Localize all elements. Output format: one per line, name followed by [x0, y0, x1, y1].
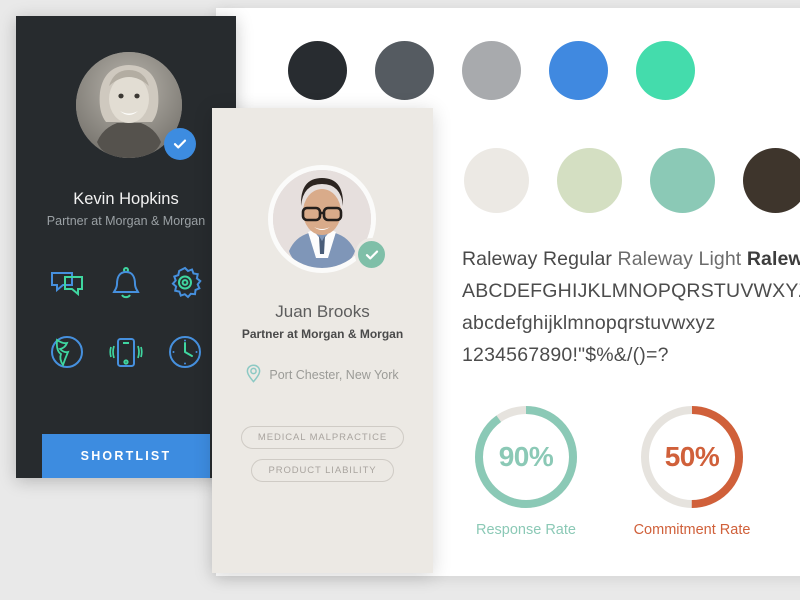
profile-card-cream: Juan Brooks Partner at Morgan & Morgan P…	[212, 108, 433, 573]
secondary-color-palette	[464, 148, 800, 213]
ring-value-response: 90%	[498, 441, 554, 472]
avatar-wrapper-cream	[268, 165, 388, 273]
avatar-wrapper-dark	[76, 52, 196, 160]
specimen-numerals: 1234567890!"$%&/()=?	[462, 344, 669, 366]
profile-role: Partner at Morgan & Morgan	[46, 214, 206, 228]
ring-value-commitment: 50%	[664, 441, 720, 472]
color-swatch-blue[interactable]	[549, 41, 608, 100]
color-swatch-slate[interactable]	[375, 41, 434, 100]
color-swatch-espresso[interactable]	[743, 148, 800, 213]
color-swatch-silver[interactable]	[462, 41, 521, 100]
ring-graphic-response: 90%	[472, 403, 580, 511]
shortlist-button-dark[interactable]: SHORTLIST	[42, 434, 210, 478]
ring-response-rate: 90% Response Rate	[462, 403, 590, 538]
specimen-uppercase: ABCDEFGHIJKLMNOPQRSTUVWXYZ	[462, 280, 800, 302]
profile-location: Port Chester, New York	[212, 364, 433, 386]
performance-rings: 90% Response Rate 50% Commitment Rate 25…	[462, 403, 800, 538]
practice-area-tags: MEDICAL MALPRACTICE PRODUCT LIABILITY	[212, 426, 433, 492]
typography-specimen: Raleway Regular Raleway Light Raleway B …	[462, 248, 800, 367]
globe-icon[interactable]	[47, 332, 87, 372]
specimen-lowercase: abcdefghijklmnopqrstuvwxyz	[462, 312, 716, 334]
ring-label-response: Response Rate	[476, 522, 576, 538]
clock-icon[interactable]	[165, 332, 205, 372]
verified-check-badge	[355, 238, 388, 271]
tag-product-liability[interactable]: PRODUCT LIABILITY	[251, 459, 394, 482]
color-swatch-pale-green[interactable]	[557, 148, 622, 213]
profile-card-dark: Kevin Hopkins Partner at Morgan & Morgan	[16, 16, 236, 478]
ring-referrals: 25% Referrals	[794, 403, 800, 538]
ring-label-commitment: Commitment Rate	[633, 522, 751, 538]
typeface-weights-line: Raleway Regular Raleway Light Raleway B	[462, 248, 800, 271]
check-icon	[173, 139, 187, 149]
verified-check-badge	[164, 128, 196, 160]
color-swatch-teal[interactable]	[650, 148, 715, 213]
profile-location-text: Port Chester, New York	[269, 368, 399, 382]
typeface-light-label: Raleway Light	[617, 248, 747, 270]
profile-name: Juan Brooks	[275, 302, 370, 321]
chat-icon[interactable]	[47, 264, 87, 304]
profile-name: Kevin Hopkins	[73, 190, 179, 208]
typeface-bold-label: Raleway B	[746, 248, 800, 270]
profile-role: Partner at Morgan & Morgan	[241, 327, 404, 341]
ring-commitment-rate: 50% Commitment Rate	[628, 403, 756, 538]
action-icon-grid	[38, 264, 214, 372]
gear-icon[interactable]	[165, 264, 205, 304]
color-swatch-mint[interactable]	[636, 41, 695, 100]
typeface-regular-label: Raleway Regular	[462, 248, 618, 270]
color-swatch-charcoal[interactable]	[288, 41, 347, 100]
mobile-icon[interactable]	[106, 332, 146, 372]
ring-graphic-commitment: 50%	[638, 403, 746, 511]
ring-label-referrals: Referrals	[794, 522, 800, 538]
map-pin-icon	[246, 364, 261, 386]
tag-medical-malpractice[interactable]: MEDICAL MALPRACTICE	[240, 426, 405, 449]
color-swatch-cream[interactable]	[464, 148, 529, 213]
check-icon	[365, 250, 378, 259]
primary-color-palette	[288, 41, 695, 100]
bell-icon[interactable]	[106, 264, 146, 304]
